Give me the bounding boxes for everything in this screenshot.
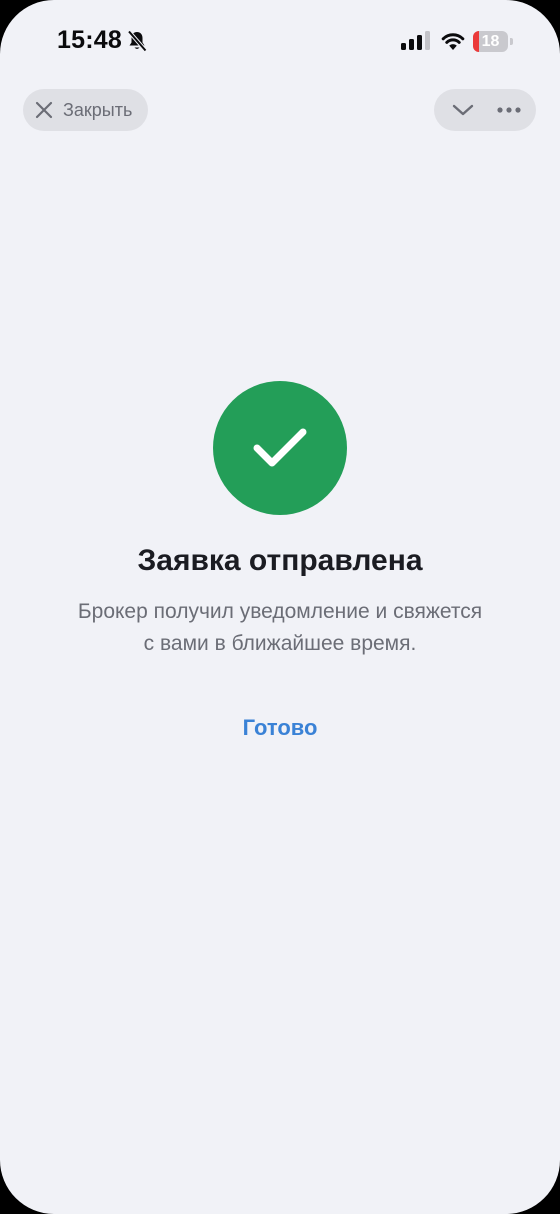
screen: 15:48 18 Закрыть Заявка отправлена Броке… <box>0 0 560 1214</box>
close-label: Закрыть <box>63 99 133 120</box>
status-bar: 15:48 18 <box>0 0 560 84</box>
battery-level: 18 <box>481 33 500 50</box>
checkmark-icon <box>253 428 307 467</box>
bell-muted-icon <box>127 30 147 52</box>
done-button[interactable]: Готово <box>200 710 360 746</box>
confirmation-message: Брокер получил уведомление и свяжется с … <box>40 596 520 660</box>
confirmation-message-line-1: Брокер получил уведомление и свяжется <box>77 600 483 623</box>
close-icon <box>35 101 53 119</box>
confirmation-message-line-2: с вами в ближайшее время. <box>143 632 417 655</box>
battery-cap <box>510 38 513 45</box>
more-button[interactable] <box>494 95 524 125</box>
close-button[interactable]: Закрыть <box>23 89 149 131</box>
battery-body: 18 <box>473 31 508 52</box>
more-icon <box>497 107 521 113</box>
battery-icon: 18 <box>473 31 513 52</box>
success-indicator <box>213 381 347 515</box>
mini-app-controls <box>434 89 536 131</box>
cellular-signal-icon <box>401 31 430 50</box>
status-time: 15:48 <box>57 26 122 54</box>
page-title: Заявка отправлена <box>137 544 423 577</box>
wifi-icon <box>441 33 465 50</box>
collapse-button[interactable] <box>448 95 478 125</box>
chevron-down-icon <box>452 104 474 116</box>
